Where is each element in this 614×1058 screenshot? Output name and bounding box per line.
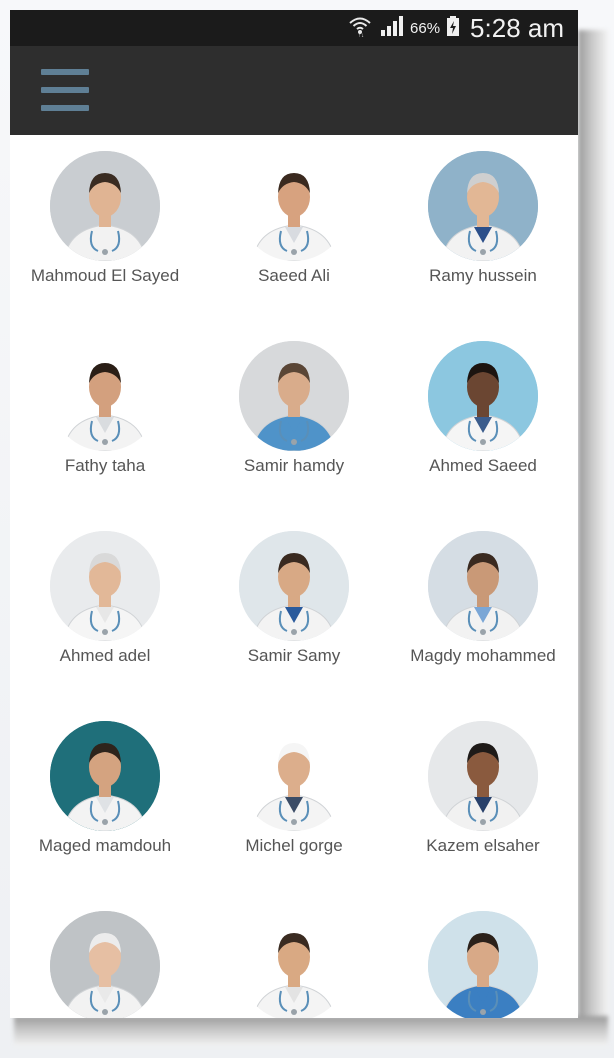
doctor-avatar[interactable] (239, 721, 349, 831)
doctor-name: Michel gorge (245, 836, 343, 855)
frame-shadow-bottom (14, 1016, 608, 1046)
doctor-avatar[interactable] (50, 721, 160, 831)
doctor-card[interactable] (199, 895, 389, 1018)
doctor-avatar[interactable] (239, 151, 349, 261)
doctor-card[interactable]: Maged mamdouh (10, 705, 200, 895)
doctor-name: Maged mamdouh (38, 836, 172, 855)
doctor-grid: Mahmoud El Sayed Saeed Ali Ramy hussein Fat… (10, 135, 578, 1018)
menu-bar-line (41, 105, 89, 111)
frame-shadow-right (578, 30, 608, 1030)
doctor-card[interactable]: Mahmoud El Sayed (10, 135, 200, 325)
doctor-avatar[interactable] (428, 911, 538, 1018)
doctor-avatar[interactable] (50, 531, 160, 641)
doctor-name: Saeed Ali (258, 266, 330, 285)
doctor-avatar[interactable] (428, 151, 538, 261)
doctor-card[interactable]: Ramy hussein (388, 135, 578, 325)
doctor-name: Ahmed adel (59, 646, 151, 665)
doctor-name: Samir hamdy (243, 456, 345, 475)
doctor-card[interactable]: Magdy mohammed (388, 515, 578, 705)
status-icons: ↑↓ 66% 5:28 am (348, 10, 564, 46)
doctor-card[interactable]: Samir hamdy (199, 325, 389, 515)
hamburger-menu-icon[interactable] (38, 64, 92, 116)
doctor-card[interactable]: Saeed Ali (199, 135, 389, 325)
battery-percentage: 66% (410, 19, 441, 37)
doctor-name: Kazem elsaher (426, 836, 540, 855)
doctor-card[interactable] (388, 895, 578, 1018)
menu-bar-line (41, 87, 89, 93)
doctor-card[interactable] (10, 895, 200, 1018)
status-bar: ↑↓ 66% 5:28 am (10, 10, 578, 46)
doctor-card[interactable]: Michel gorge (199, 705, 389, 895)
doctor-avatar[interactable] (428, 531, 538, 641)
battery-charging-icon (446, 15, 460, 42)
doctor-name: Ramy hussein (429, 266, 537, 285)
svg-text:↑↓: ↑↓ (358, 33, 364, 37)
doctor-avatar[interactable] (239, 531, 349, 641)
status-time: 5:28 am (470, 12, 564, 43)
doctor-name: Mahmoud El Sayed (30, 266, 180, 285)
doctor-card[interactable]: Ahmed Saeed (388, 325, 578, 515)
doctor-avatar[interactable] (50, 151, 160, 261)
doctor-avatar[interactable] (50, 911, 160, 1018)
doctor-avatar[interactable] (428, 721, 538, 831)
doctor-card[interactable]: Kazem elsaher (388, 705, 578, 895)
phone-screen: ↑↓ 66% 5:28 am Mahmoud El Sayed Saeed Al… (10, 10, 578, 1018)
doctor-avatar[interactable] (239, 341, 349, 451)
doctor-avatar[interactable] (50, 341, 160, 451)
doctor-card[interactable]: Samir Samy (199, 515, 389, 705)
wifi-icon: ↑↓ (348, 15, 372, 42)
doctor-name: Magdy mohammed (410, 646, 556, 665)
menu-bar-line (41, 69, 89, 75)
signal-icon (378, 15, 404, 42)
doctor-avatar[interactable] (239, 911, 349, 1018)
doctor-card[interactable]: Ahmed adel (10, 515, 200, 705)
doctor-name: Samir Samy (247, 646, 341, 665)
doctor-avatar[interactable] (428, 341, 538, 451)
doctor-name: Fathy taha (64, 456, 146, 475)
doctor-card[interactable]: Fathy taha (10, 325, 200, 515)
app-bar (10, 46, 578, 135)
doctor-name: Ahmed Saeed (429, 456, 537, 475)
